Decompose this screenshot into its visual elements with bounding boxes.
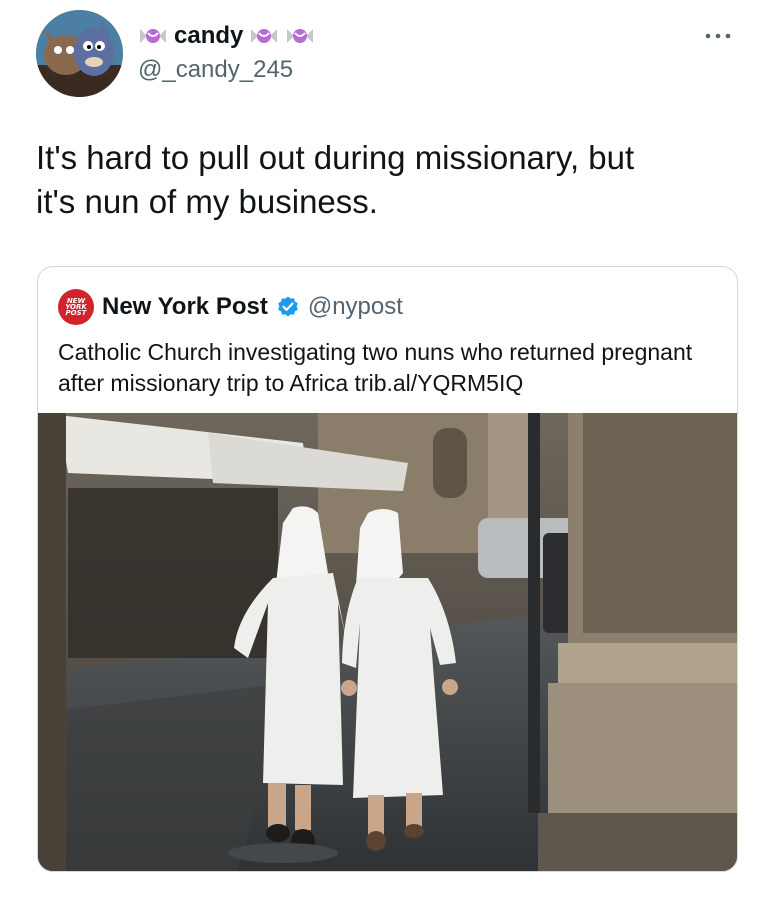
- quoted-tweet-header: NEW YORK POST New York Post @nypost: [58, 289, 403, 325]
- nypost-logo-text: NEW YORK POST: [65, 297, 87, 317]
- candy-icon: [287, 29, 314, 43]
- author-name-row: candy: [138, 22, 315, 50]
- nuns-street-photo[interactable]: [38, 413, 737, 871]
- quoted-author-handle[interactable]: @nypost: [308, 293, 403, 321]
- author-display-name[interactable]: candy: [174, 22, 243, 50]
- quoted-author-name[interactable]: New York Post: [102, 293, 268, 321]
- quoted-tweet-text: Catholic Church investigating two nuns w…: [58, 339, 693, 396]
- avatar-cartoon-image: [36, 10, 123, 97]
- verified-badge-icon: [278, 296, 298, 317]
- quoted-tweet[interactable]: NEW YORK POST New York Post @nypost Cath…: [37, 266, 738, 872]
- more-horizontal-icon[interactable]: [701, 26, 735, 46]
- tweet-text: It's hard to pull out during missionary,…: [36, 139, 635, 220]
- candy-icon: [140, 29, 166, 43]
- candy-icon: [251, 29, 278, 43]
- avatar[interactable]: [36, 10, 123, 97]
- author-handle[interactable]: @_candy_245: [138, 56, 293, 84]
- nypost-logo[interactable]: NEW YORK POST: [58, 289, 94, 325]
